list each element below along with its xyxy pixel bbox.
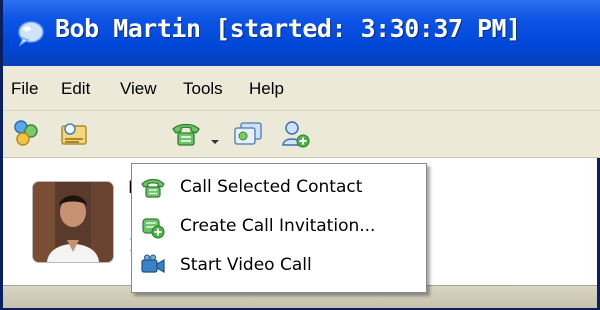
- contacts-icon: [14, 120, 38, 146]
- menu-item-label: Start Video Call: [180, 255, 312, 275]
- call-dropdown-menu: Call Selected Contact Create Call Invita…: [131, 163, 427, 293]
- contacts-button[interactable]: [9, 117, 43, 151]
- menu-item-label: Create Call Invitation...: [180, 216, 376, 236]
- title-bar[interactable]: Bob Martin [started: 3:30:37 PM]: [3, 0, 600, 67]
- toolbar: [3, 111, 600, 158]
- directory-button[interactable]: [57, 117, 91, 151]
- menu-help[interactable]: Help: [249, 79, 284, 99]
- directory-icon: [61, 123, 87, 145]
- add-contact-button[interactable]: [279, 117, 313, 151]
- menu-bar: File Edit View Tools Help: [3, 66, 600, 111]
- menu-item-start-video-call[interactable]: Start Video Call: [132, 248, 426, 284]
- avatar[interactable]: [33, 182, 113, 262]
- menu-item-call-selected-contact[interactable]: Call Selected Contact: [132, 170, 426, 206]
- chevron-down-icon[interactable]: [210, 131, 220, 144]
- conversation-button[interactable]: [231, 117, 265, 151]
- call-button[interactable]: [169, 117, 203, 151]
- menu-edit[interactable]: Edit: [61, 79, 90, 99]
- video-camera-icon: [140, 253, 166, 279]
- phone-add-icon: [140, 214, 166, 240]
- conversation-window-icon: [234, 122, 262, 145]
- add-contact-icon: [282, 121, 310, 148]
- messenger-logo-icon: [15, 18, 45, 48]
- menu-item-label: Call Selected Contact: [180, 177, 363, 197]
- menu-view[interactable]: View: [120, 79, 157, 99]
- menu-item-create-call-invitation[interactable]: Create Call Invitation...: [132, 209, 426, 245]
- menu-tools[interactable]: Tools: [183, 79, 223, 99]
- phone-call-icon: [172, 123, 200, 146]
- window-title: Bob Martin [started: 3:30:37 PM]: [55, 14, 521, 43]
- phone-icon: [140, 175, 166, 201]
- menu-file[interactable]: File: [11, 79, 38, 99]
